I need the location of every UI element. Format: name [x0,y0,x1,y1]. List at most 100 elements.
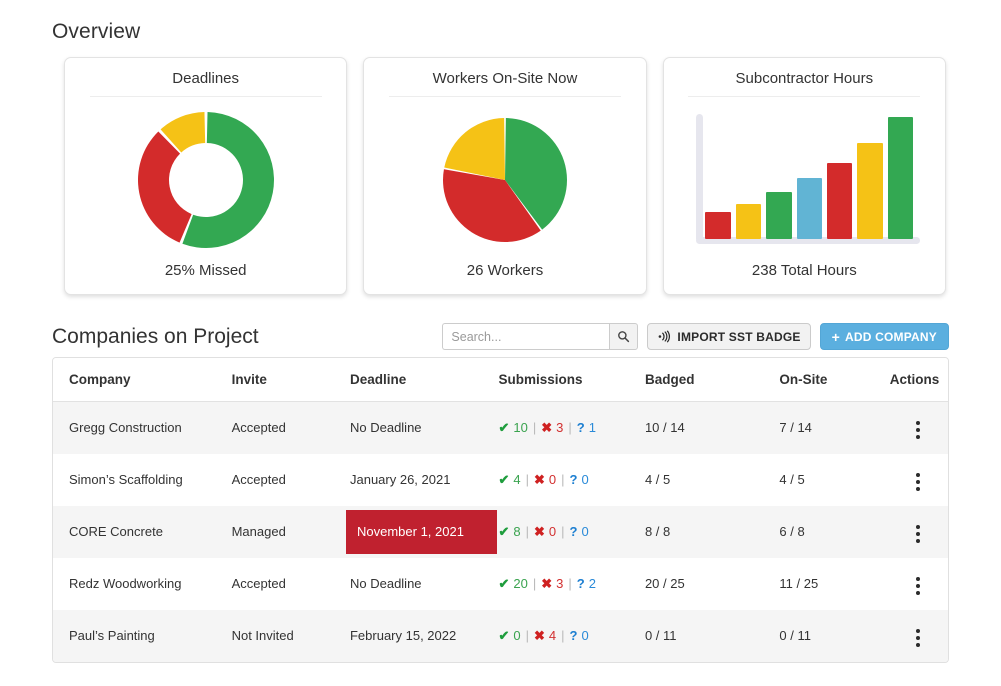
pie-chart-icon [431,106,579,254]
separator: | [567,420,572,435]
approved-count: 4 [513,472,520,487]
table-row[interactable]: CORE ConcreteManagedNovember 1, 2021✔8|✖… [53,506,948,558]
cell-badged: 4 / 5 [645,454,779,506]
separator: | [567,576,572,591]
card-footer-hours: 238 Total Hours [752,262,857,294]
rejected-count: 0 [549,472,556,487]
search-icon [617,330,630,343]
table-row[interactable]: Redz WoodworkingAcceptedNo Deadline✔20|✖… [53,558,948,610]
approved-icon: ✔ [498,472,509,488]
cell-actions [888,558,948,610]
bar-1 [705,212,730,239]
plus-icon: + [832,330,840,344]
rejected-count: 3 [556,576,563,591]
bar-3 [766,192,791,238]
column-header-onsite[interactable]: On-Site [779,358,887,402]
cell-company: Paul’s Painting [53,610,232,662]
cell-badged: 0 / 11 [645,610,779,662]
rejected-count: 4 [549,628,556,643]
pending-icon: ? [570,472,578,487]
kebab-menu-icon[interactable] [906,469,930,495]
cell-deadline: No Deadline [350,402,498,454]
rejected-count: 0 [549,524,556,539]
kebab-menu-icon[interactable] [906,521,930,547]
submissions-summary: ✔20|✖3|?2 [498,576,644,592]
search-input[interactable] [442,323,609,350]
pending-icon: ? [577,420,585,435]
bar-5 [827,163,852,239]
separator: | [532,576,537,591]
table-header-row: Company Invite Deadline Submissions Badg… [53,358,948,402]
card-body-hours [664,97,945,262]
bar-7 [888,117,913,239]
cell-actions [888,454,948,506]
nfc-signal-icon [657,330,671,343]
import-sst-badge-button[interactable]: IMPORT SST BADGE [647,323,810,350]
kebab-menu-icon[interactable] [906,573,930,599]
cell-invite: Not Invited [232,610,350,662]
rejected-icon: ✖ [534,472,545,488]
table-row[interactable]: Paul’s PaintingNot InvitedFebruary 15, 2… [53,610,948,662]
cell-deadline: February 15, 2022 [350,610,498,662]
cell-onsite: 6 / 8 [779,506,887,558]
companies-table: Company Invite Deadline Submissions Badg… [53,358,948,662]
bar-6 [857,143,882,238]
cell-actions [888,506,948,558]
pending-count: 0 [581,524,588,539]
cell-invite: Managed [232,506,350,558]
separator: | [560,524,565,539]
pending-count: 2 [589,576,596,591]
approved-icon: ✔ [498,628,509,644]
pending-icon: ? [577,576,585,591]
table-row[interactable]: Gregg ConstructionAcceptedNo Deadline✔10… [53,402,948,454]
approved-count: 0 [513,628,520,643]
cell-onsite: 11 / 25 [779,558,887,610]
rejected-icon: ✖ [541,420,552,436]
cell-deadline: January 26, 2021 [350,454,498,506]
submissions-summary: ✔8|✖0|?0 [498,524,644,540]
bar-2 [736,204,761,238]
column-header-deadline[interactable]: Deadline [350,358,498,402]
deadline-alert-badge: November 1, 2021 [346,510,497,554]
column-header-company[interactable]: Company [53,358,232,402]
cell-submissions: ✔20|✖3|?2 [498,558,644,610]
card-deadlines: Deadlines 25% Missed [64,57,347,295]
cell-submissions: ✔10|✖3|?1 [498,402,644,454]
approved-count: 20 [513,576,527,591]
column-header-submissions[interactable]: Submissions [498,358,644,402]
cell-invite: Accepted [232,402,350,454]
kebab-menu-icon[interactable] [906,625,930,651]
card-subcontractor-hours: Subcontractor Hours 238 Total Hours [663,57,946,295]
cell-submissions: ✔8|✖0|?0 [498,506,644,558]
cell-onsite: 0 / 11 [779,610,887,662]
card-body-workers [364,97,645,262]
cell-badged: 8 / 8 [645,506,779,558]
companies-heading: Companies on Project [52,325,259,349]
rejected-icon: ✖ [534,628,545,644]
add-company-button[interactable]: + ADD COMPANY [820,323,949,350]
pending-count: 0 [581,472,588,487]
slice-unknown [444,118,505,180]
search-button[interactable] [609,323,638,350]
card-title-workers: Workers On-Site Now [389,70,621,97]
submissions-summary: ✔10|✖3|?1 [498,420,644,436]
bar-chart-icon [688,110,920,250]
approved-icon: ✔ [498,420,509,436]
card-footer-workers: 26 Workers [467,262,543,294]
import-sst-badge-label: IMPORT SST BADGE [677,330,800,344]
cell-invite: Accepted [232,558,350,610]
separator: | [532,420,537,435]
column-header-invite[interactable]: Invite [232,358,350,402]
card-title-deadlines: Deadlines [90,70,322,97]
cell-submissions: ✔4|✖0|?0 [498,454,644,506]
pending-icon: ? [570,628,578,643]
column-header-actions: Actions [888,358,948,402]
overview-cards: Deadlines 25% Missed Workers On-Site Now [64,57,946,295]
table-row[interactable]: Simon’s ScaffoldingAcceptedJanuary 26, 2… [53,454,948,506]
column-header-badged[interactable]: Badged [645,358,779,402]
kebab-menu-icon[interactable] [906,417,930,443]
bar-chart-bars [705,117,913,239]
pie-chart-svg [431,106,579,254]
card-title-hours: Subcontractor Hours [688,70,920,97]
cell-badged: 20 / 25 [645,558,779,610]
